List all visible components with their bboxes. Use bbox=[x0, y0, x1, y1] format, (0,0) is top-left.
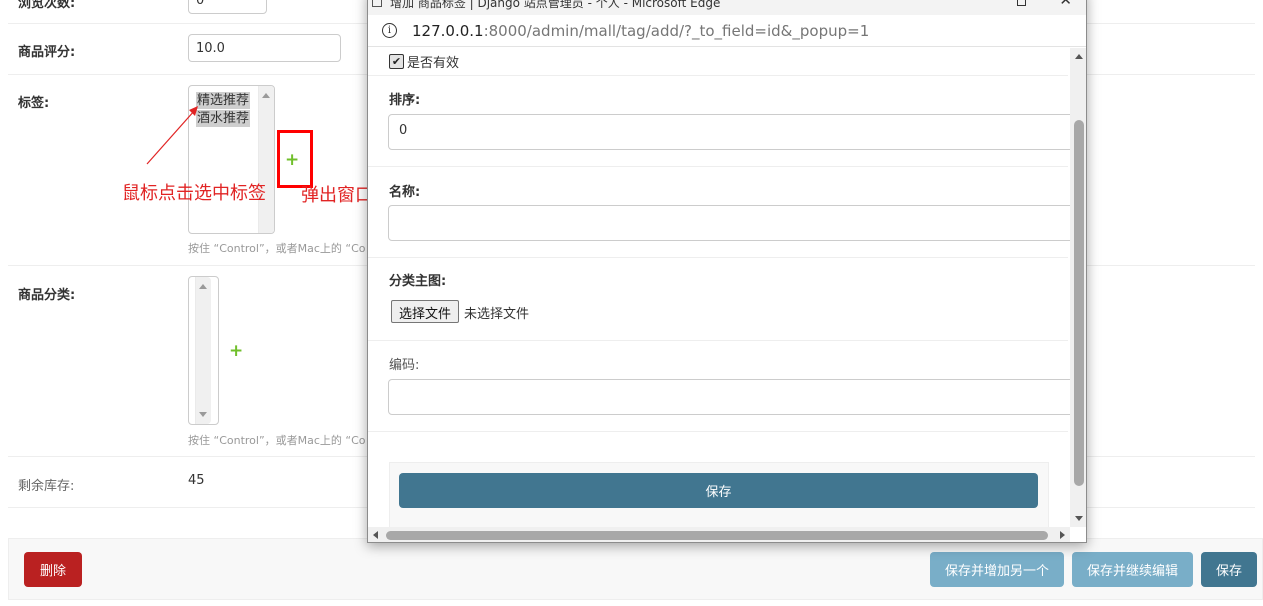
rating-input[interactable] bbox=[188, 34, 341, 62]
no-file-text: 未选择文件 bbox=[464, 307, 530, 322]
submit-row: 删除 保存并增加另一个 保存并继续编辑 保存 bbox=[8, 538, 1263, 600]
popup-title-bar[interactable]: 增加 商品标签 | Django 站点管理员 - 个人 - Microsoft … bbox=[368, 0, 1086, 15]
order-label: 排序: bbox=[389, 93, 421, 108]
category-label: 商品分类: bbox=[18, 288, 76, 303]
popup-form: ✔ 是否有效 排序: 0 名称: 分类主图: 选择文件 未选择文件 编码: 保存 bbox=[368, 48, 1070, 527]
popup-window-title: 增加 商品标签 | Django 站点管理员 - 个人 - Microsoft … bbox=[390, 0, 721, 10]
popup-vertical-scrollbar[interactable] bbox=[1070, 48, 1086, 527]
clicks-label: 浏览次数: bbox=[18, 0, 76, 11]
category-select[interactable] bbox=[188, 276, 219, 425]
popup-row-code: 编码: bbox=[368, 341, 1070, 432]
address-url[interactable]: 127.0.0.1:8000/admin/mall/tag/add/?_to_f… bbox=[412, 22, 869, 40]
popup-row-order: 排序: 0 bbox=[368, 76, 1070, 167]
tags-help-text: 按住 “Control”，或者Mac上的 “Co bbox=[188, 242, 366, 255]
address-bar[interactable]: i 127.0.0.1:8000/admin/mall/tag/add/?_to… bbox=[368, 15, 1086, 47]
annotation-text-left: 鼠标点击选中标签 bbox=[122, 183, 266, 204]
popup-row-name: 名称: bbox=[368, 167, 1070, 258]
category-select-scrollbar[interactable] bbox=[195, 277, 211, 424]
popup-row-is-valid: ✔ 是否有效 bbox=[368, 48, 1068, 76]
choose-file-button[interactable]: 选择文件 bbox=[391, 300, 460, 323]
add-category-plus-icon[interactable]: + bbox=[229, 343, 243, 360]
clicks-input[interactable] bbox=[188, 0, 267, 14]
scroll-up-arrow-icon[interactable] bbox=[1075, 54, 1083, 59]
scroll-right-arrow-icon[interactable] bbox=[1060, 531, 1065, 539]
save-button[interactable]: 保存 bbox=[1201, 552, 1257, 587]
close-icon[interactable]: ✕ bbox=[1059, 0, 1072, 9]
window-icon bbox=[372, 0, 382, 7]
horizontal-scroll-thumb[interactable] bbox=[386, 531, 1048, 540]
scroll-down-arrow-icon[interactable] bbox=[1075, 516, 1083, 521]
save-add-another-button[interactable]: 保存并增加另一个 bbox=[930, 552, 1064, 587]
stock-value: 45 bbox=[188, 473, 205, 488]
popup-row-image: 分类主图: bbox=[368, 258, 1068, 341]
vertical-scroll-thumb[interactable] bbox=[1074, 120, 1084, 486]
name-input[interactable] bbox=[388, 205, 1070, 241]
rating-label: 商品评分: bbox=[18, 45, 76, 60]
scroll-up-arrow-icon[interactable] bbox=[262, 93, 270, 98]
order-input[interactable]: 0 bbox=[388, 114, 1070, 150]
is-valid-label: 是否有效 bbox=[407, 56, 460, 71]
stock-label: 剩余库存: bbox=[18, 479, 75, 494]
category-help-text: 按住 “Control”，或者Mac上的 “Co bbox=[188, 434, 366, 447]
scroll-down-arrow-icon[interactable] bbox=[199, 412, 207, 417]
save-continue-button[interactable]: 保存并继续编辑 bbox=[1072, 552, 1193, 587]
annotation-highlight-box bbox=[277, 130, 313, 188]
is-valid-checkbox[interactable]: ✔ bbox=[389, 54, 404, 69]
address-host: 127.0.0.1 bbox=[412, 22, 484, 40]
tags-select-scrollbar[interactable] bbox=[258, 86, 274, 233]
info-icon[interactable]: i bbox=[382, 23, 397, 38]
code-input[interactable] bbox=[388, 379, 1070, 415]
tags-label: 标签: bbox=[18, 96, 50, 111]
image-label: 分类主图: bbox=[389, 274, 447, 289]
delete-button[interactable]: 删除 bbox=[24, 552, 82, 587]
popup-window[interactable]: 增加 商品标签 | Django 站点管理员 - 个人 - Microsoft … bbox=[367, 0, 1087, 543]
scroll-up-arrow-icon[interactable] bbox=[199, 284, 207, 289]
annotation-arrow-icon bbox=[146, 106, 198, 165]
address-path: :8000/admin/mall/tag/add/?_to_field=id&_… bbox=[483, 22, 870, 40]
name-label: 名称: bbox=[389, 185, 421, 200]
maximize-icon[interactable] bbox=[1017, 0, 1026, 6]
popup-horizontal-scrollbar[interactable] bbox=[368, 527, 1070, 542]
scroll-left-arrow-icon[interactable] bbox=[373, 531, 378, 539]
popup-save-button[interactable]: 保存 bbox=[399, 473, 1038, 508]
code-label: 编码: bbox=[389, 358, 420, 373]
